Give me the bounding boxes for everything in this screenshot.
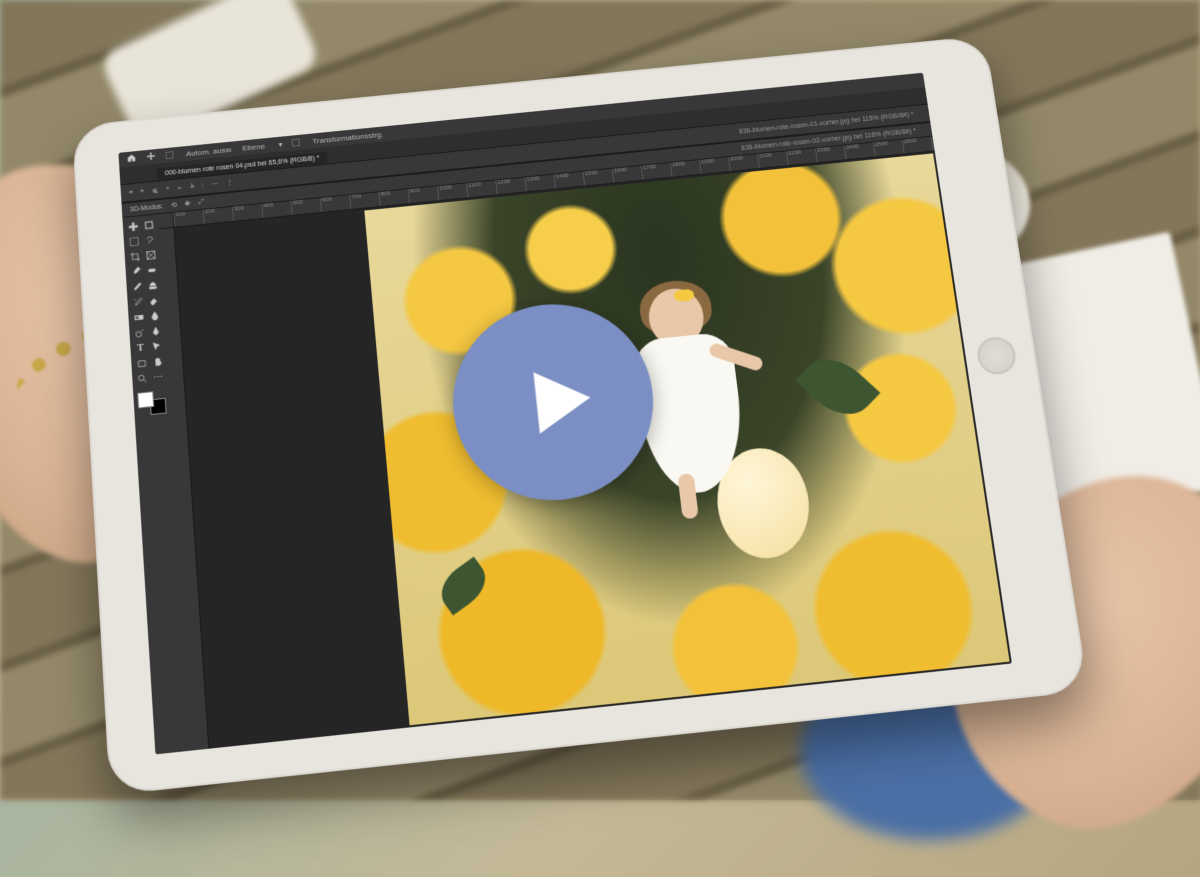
ruler-mark: 1500 bbox=[583, 169, 614, 186]
pen-tool[interactable] bbox=[147, 322, 164, 339]
ruler-mark: 800 bbox=[378, 189, 409, 206]
move-tool[interactable] bbox=[124, 218, 141, 235]
ruler-mark: 1800 bbox=[670, 160, 701, 177]
zoom-tool[interactable] bbox=[134, 370, 151, 387]
ruler-mark: 600 bbox=[320, 195, 350, 212]
ruler-mark: 100 bbox=[173, 210, 203, 227]
move-cursor-icon[interactable] bbox=[146, 151, 156, 163]
tablet-screen: Autom. ausw. Ebene ▾ Transformationsstrg… bbox=[118, 73, 1012, 755]
dodge-tool[interactable] bbox=[131, 324, 148, 341]
ruler-mark: 2100 bbox=[757, 151, 788, 168]
distribute-v-icon[interactable]: ⋮ bbox=[226, 179, 233, 187]
ruler-mark: 1700 bbox=[641, 163, 672, 180]
ruler-mark: 900 bbox=[408, 186, 439, 203]
ruler-mark: 1900 bbox=[699, 157, 730, 174]
spot-heal-tool[interactable] bbox=[143, 262, 160, 279]
home-icon[interactable] bbox=[126, 153, 136, 165]
tablet-device: Autom. ausw. Ebene ▾ Transformationsstrg… bbox=[72, 35, 1089, 795]
blur-tool[interactable] bbox=[146, 307, 163, 324]
ruler-mark: 400 bbox=[261, 201, 291, 218]
play-icon bbox=[510, 352, 609, 449]
edit-toolbar[interactable]: ⋯ bbox=[150, 369, 167, 386]
clone-stamp-tool[interactable] bbox=[144, 277, 161, 294]
frame-tool[interactable] bbox=[142, 246, 159, 263]
transform-checkbox[interactable] bbox=[292, 139, 300, 147]
ruler-mark: 2200 bbox=[786, 148, 817, 165]
ruler-mark: 1400 bbox=[554, 172, 585, 189]
gradient-tool[interactable] bbox=[130, 309, 147, 326]
align-center-v-icon[interactable]: ⫠ bbox=[177, 184, 182, 192]
marquee-tool[interactable] bbox=[125, 233, 142, 250]
align-left-icon[interactable]: ⫷ bbox=[129, 189, 133, 197]
ruler-mark: 1000 bbox=[437, 183, 468, 200]
align-center-h-icon[interactable]: ⫸ bbox=[140, 188, 144, 196]
ruler-mark: 1200 bbox=[495, 178, 526, 195]
ruler-mark: 2000 bbox=[728, 154, 759, 171]
type-tool[interactable]: T bbox=[132, 339, 149, 356]
rectangle-tool[interactable] bbox=[133, 355, 150, 372]
ruler-mark: 2600 bbox=[902, 137, 933, 154]
3d-zoom-icon[interactable]: ⤢ bbox=[198, 198, 204, 206]
ruler-mark: 300 bbox=[232, 204, 262, 221]
layer-dropdown[interactable]: Ebene bbox=[242, 142, 265, 153]
3d-pan-icon[interactable]: ✥ bbox=[184, 200, 190, 208]
crop-tool[interactable] bbox=[126, 248, 143, 265]
path-select-tool[interactable] bbox=[148, 338, 165, 355]
ruler-mark: 2300 bbox=[815, 145, 846, 162]
ruler-mark: 1600 bbox=[612, 166, 643, 183]
ruler-mark: 200 bbox=[203, 207, 233, 224]
3d-mode-label: 3D-Modus: bbox=[130, 203, 164, 213]
leaf-decor bbox=[795, 346, 880, 429]
ruler-corner bbox=[158, 213, 175, 230]
eraser-tool[interactable] bbox=[145, 292, 162, 309]
leaf-decor bbox=[432, 556, 494, 615]
align-top-icon[interactable]: ⫟ bbox=[165, 185, 170, 193]
history-brush-tool[interactable] bbox=[129, 293, 146, 310]
color-swatch[interactable] bbox=[137, 390, 166, 416]
3d-orbit-icon[interactable]: ⟲ bbox=[171, 201, 177, 209]
brush-tool[interactable] bbox=[128, 278, 145, 295]
hand-tool[interactable] bbox=[149, 353, 166, 370]
ruler-mark: 1300 bbox=[524, 175, 555, 192]
align-bottom-icon[interactable]: ⫡ bbox=[189, 183, 194, 191]
lasso-tool[interactable] bbox=[141, 231, 158, 248]
eyedropper-tool[interactable] bbox=[127, 263, 144, 280]
auto-select-checkbox[interactable] bbox=[165, 151, 173, 159]
auto-select-label: Autom. ausw. bbox=[186, 145, 233, 158]
distribute-h-icon[interactable]: ⋯ bbox=[211, 180, 218, 188]
artboard-tool[interactable] bbox=[140, 216, 157, 233]
ruler-mark: 500 bbox=[291, 198, 321, 215]
ruler-mark: 700 bbox=[349, 192, 379, 209]
foreground-color[interactable] bbox=[137, 391, 154, 408]
align-right-icon[interactable]: ⫹ bbox=[152, 186, 158, 194]
ruler-mark: 1100 bbox=[466, 180, 497, 197]
ruler-mark: 2500 bbox=[873, 140, 904, 157]
ruler-mark: 2400 bbox=[844, 143, 875, 160]
